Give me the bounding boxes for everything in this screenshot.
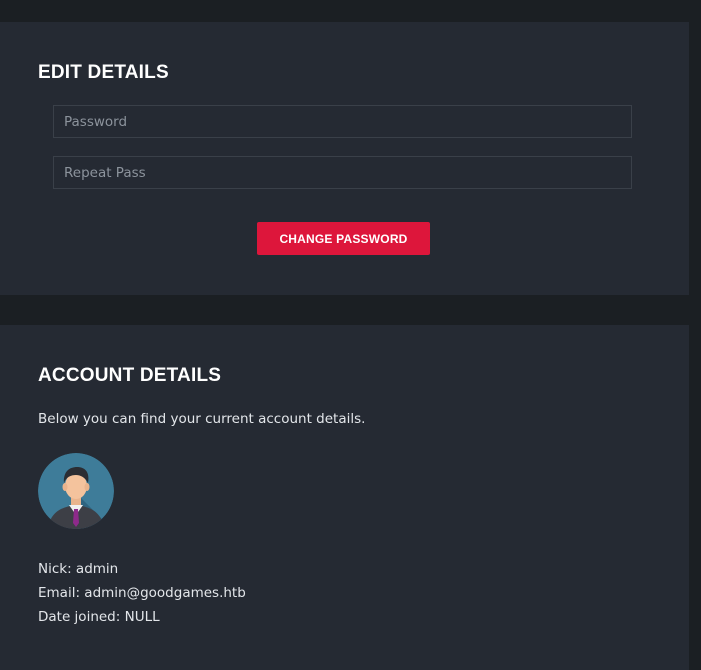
account-details-panel: ACCOUNT DETAILS Below you can find your … [0, 325, 689, 670]
account-date-joined: Date joined: NULL [38, 609, 160, 625]
account-details-heading: ACCOUNT DETAILS [38, 365, 222, 386]
change-password-button[interactable]: CHANGE PASSWORD [257, 222, 430, 255]
account-email: Email: admin@goodgames.htb [38, 585, 246, 601]
account-intro-text: Below you can find your current account … [38, 411, 366, 427]
edit-details-panel: EDIT DETAILS CHANGE PASSWORD [0, 22, 689, 295]
page: EDIT DETAILS CHANGE PASSWORD ACCOUNT DET… [0, 0, 701, 670]
page-edge [689, 0, 701, 670]
account-nick: Nick: admin [38, 561, 119, 577]
edit-details-heading: EDIT DETAILS [38, 62, 169, 83]
password-input[interactable] [53, 105, 632, 138]
user-avatar-icon [38, 453, 114, 529]
repeat-password-input[interactable] [53, 156, 632, 189]
